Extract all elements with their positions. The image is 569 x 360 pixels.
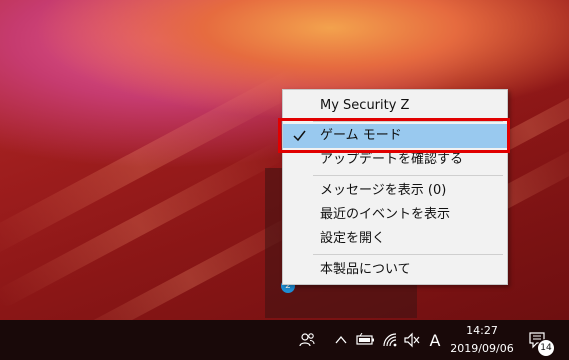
menu-separator: [313, 175, 503, 176]
menu-item-recent-events[interactable]: 最近のイベントを表示: [283, 203, 507, 227]
clock-time: 14:27: [466, 324, 498, 337]
menu-item-check-updates[interactable]: アップデートを確認する: [283, 148, 507, 172]
menu-item-label: ゲーム モード: [320, 128, 402, 143]
wifi-icon[interactable]: [380, 320, 400, 360]
clock-date: 2019/09/06: [450, 342, 514, 355]
menu-item-app-title[interactable]: My Security Z: [283, 94, 507, 118]
clock[interactable]: 14:27 2019/09/06: [448, 322, 516, 358]
menu-separator: [313, 121, 503, 122]
menu-item-label: メッセージを表示 (0): [320, 183, 447, 198]
people-icon[interactable]: [296, 320, 318, 360]
context-menu: My Security Z ゲーム モード アップデートを確認する メッセージを…: [282, 89, 508, 285]
menu-item-about[interactable]: 本製品について: [283, 258, 507, 282]
chevron-up-icon[interactable]: [333, 320, 349, 360]
menu-item-label: 設定を開く: [320, 231, 386, 246]
menu-separator: [313, 254, 503, 255]
menu-item-label: My Security Z: [320, 98, 410, 113]
menu-item-open-settings[interactable]: 設定を開く: [283, 227, 507, 251]
menu-item-show-messages[interactable]: メッセージを表示 (0): [283, 179, 507, 203]
menu-item-game-mode[interactable]: ゲーム モード: [283, 124, 507, 148]
ime-mode-indicator[interactable]: A: [425, 320, 445, 360]
checkmark-icon: [292, 124, 306, 148]
menu-item-label: 本製品について: [320, 262, 411, 277]
menu-item-label: 最近のイベントを表示: [320, 207, 451, 222]
speaker-muted-icon[interactable]: [401, 320, 423, 360]
notification-count-badge: 14: [537, 339, 555, 357]
taskbar: A 14:27 2019/09/06 14: [0, 320, 569, 360]
battery-icon[interactable]: [355, 320, 377, 360]
menu-item-label: アップデートを確認する: [320, 152, 464, 167]
